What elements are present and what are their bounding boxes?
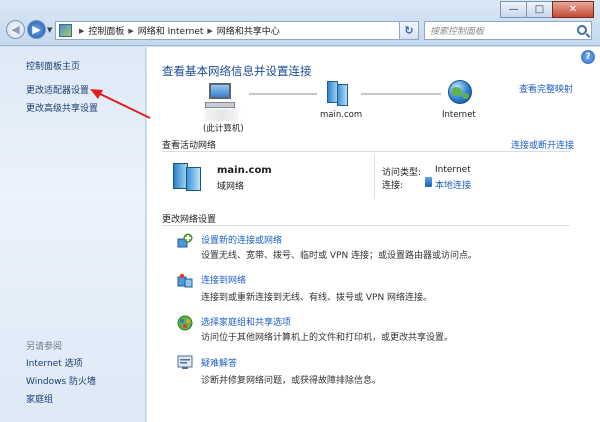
map-domain-label: main.com	[320, 110, 363, 120]
control-panel-icon	[59, 24, 72, 37]
window-chrome: — □ ✕ ◀ ▶ ▼ ▶ 控制面板 ▶ 网络和 Internet ▶ 网络和共…	[0, 0, 600, 46]
sidebar-link-advanced-sharing[interactable]: 更改高级共享设置	[26, 101, 98, 114]
chevron-right-icon: ▶	[79, 26, 85, 35]
arrow-left-icon: ◀	[11, 23, 20, 36]
chevron-right-icon[interactable]: ▶	[128, 27, 133, 35]
computer-icon	[205, 83, 235, 111]
see-also-homegroup[interactable]: 家庭组	[26, 392, 53, 405]
page-title: 查看基本网络信息并设置连接	[162, 64, 312, 78]
search-icon[interactable]	[577, 25, 587, 35]
task-setup-connection-link[interactable]: 设置新的连接或网络	[201, 233, 282, 246]
task-homegroup-desc: 访问位于其他网络计算机上的文件和打印机，或更改共享设置。	[201, 333, 454, 343]
map-link-line	[249, 93, 317, 95]
see-also-title: 另请参阅	[26, 342, 63, 352]
active-network-type[interactable]: 域网络	[217, 179, 244, 192]
connection-label: 连接:	[382, 181, 404, 191]
sidebar-link-control-panel-home[interactable]: 控制面板主页	[26, 59, 80, 72]
ethernet-connection-icon	[425, 177, 432, 187]
task-setup-connection-desc: 设置无线、宽带、拨号、临时或 VPN 连接；或设置路由器或访问点。	[201, 251, 478, 261]
task-homegroup-link[interactable]: 选择家庭组和共享选项	[201, 315, 291, 328]
redacted-computer-name	[205, 109, 239, 121]
see-also-windows-firewall[interactable]: Windows 防火墙	[26, 374, 96, 387]
new-connection-icon	[177, 233, 193, 248]
help-icon[interactable]: ?	[581, 50, 595, 64]
task-troubleshoot-link[interactable]: 疑难解答	[201, 356, 237, 369]
domain-network-icon	[325, 81, 351, 107]
refresh-button[interactable]: ↻	[399, 21, 419, 40]
vertical-divider	[374, 155, 375, 199]
change-settings-title: 更改网络设置	[162, 215, 217, 225]
map-computer-label: (此计算机)	[203, 124, 244, 134]
view-full-map-link[interactable]: 查看完整映射	[519, 82, 573, 95]
breadcrumb-control-panel[interactable]: 控制面板	[88, 24, 124, 37]
close-button[interactable]: ✕	[552, 1, 594, 18]
address-bar[interactable]: ▶ 控制面板 ▶ 网络和 Internet ▶ 网络和共享中心 ▼	[55, 21, 419, 40]
breadcrumb: ▶ 控制面板 ▶ 网络和 Internet ▶ 网络和共享中心	[75, 24, 280, 38]
internet-globe-icon	[448, 80, 472, 104]
see-also-internet-options[interactable]: Internet 选项	[26, 356, 83, 369]
active-network-icon	[173, 161, 203, 191]
forward-button[interactable]: ▶	[27, 20, 46, 39]
active-networks-title: 查看活动网络	[162, 141, 217, 151]
divider	[162, 225, 570, 226]
sidebar: 控制面板主页 更改适配器设置 更改高级共享设置 另请参阅 Internet 选项…	[0, 47, 146, 422]
map-internet-label: Internet	[442, 110, 476, 120]
breadcrumb-network-sharing-center[interactable]: 网络和共享中心	[217, 24, 280, 37]
active-network-name: main.com	[217, 165, 272, 176]
chevron-right-icon[interactable]: ▶	[207, 27, 212, 35]
minimize-button[interactable]: —	[500, 1, 527, 18]
main-content: ? 查看基本网络信息并设置连接 (此计算机) main.com Internet…	[147, 47, 600, 422]
arrow-right-icon: ▶	[32, 23, 41, 36]
access-type-value: Internet	[435, 165, 471, 175]
task-connect-network-desc: 连接到或重新连接到无线、有线、拨号或 VPN 网络连接。	[201, 293, 433, 303]
divider	[162, 151, 570, 152]
breadcrumb-network-internet[interactable]: 网络和 Internet	[138, 24, 204, 37]
map-link-line	[361, 93, 441, 95]
troubleshoot-icon	[177, 355, 193, 369]
sidebar-link-change-adapter-settings[interactable]: 更改适配器设置	[26, 83, 89, 96]
connect-disconnect-link[interactable]: 连接或断开连接	[511, 138, 574, 151]
back-button[interactable]: ◀	[6, 20, 25, 39]
local-connection-link[interactable]: 本地连接	[435, 178, 471, 191]
refresh-icon: ↻	[404, 24, 414, 37]
history-dropdown-icon[interactable]: ▼	[47, 26, 52, 34]
search-input[interactable]: 搜索控制面板	[424, 21, 592, 40]
homegroup-icon	[177, 315, 193, 331]
task-troubleshoot-desc: 诊断并修复网络问题，或获得故障排除信息。	[201, 376, 382, 386]
access-type-label: 访问类型:	[382, 168, 422, 178]
connect-network-icon	[177, 273, 193, 288]
task-connect-network-link[interactable]: 连接到网络	[201, 273, 246, 286]
maximize-button[interactable]: □	[526, 1, 553, 18]
search-placeholder: 搜索控制面板	[430, 27, 485, 37]
window-controls: — □ ✕	[500, 1, 594, 18]
